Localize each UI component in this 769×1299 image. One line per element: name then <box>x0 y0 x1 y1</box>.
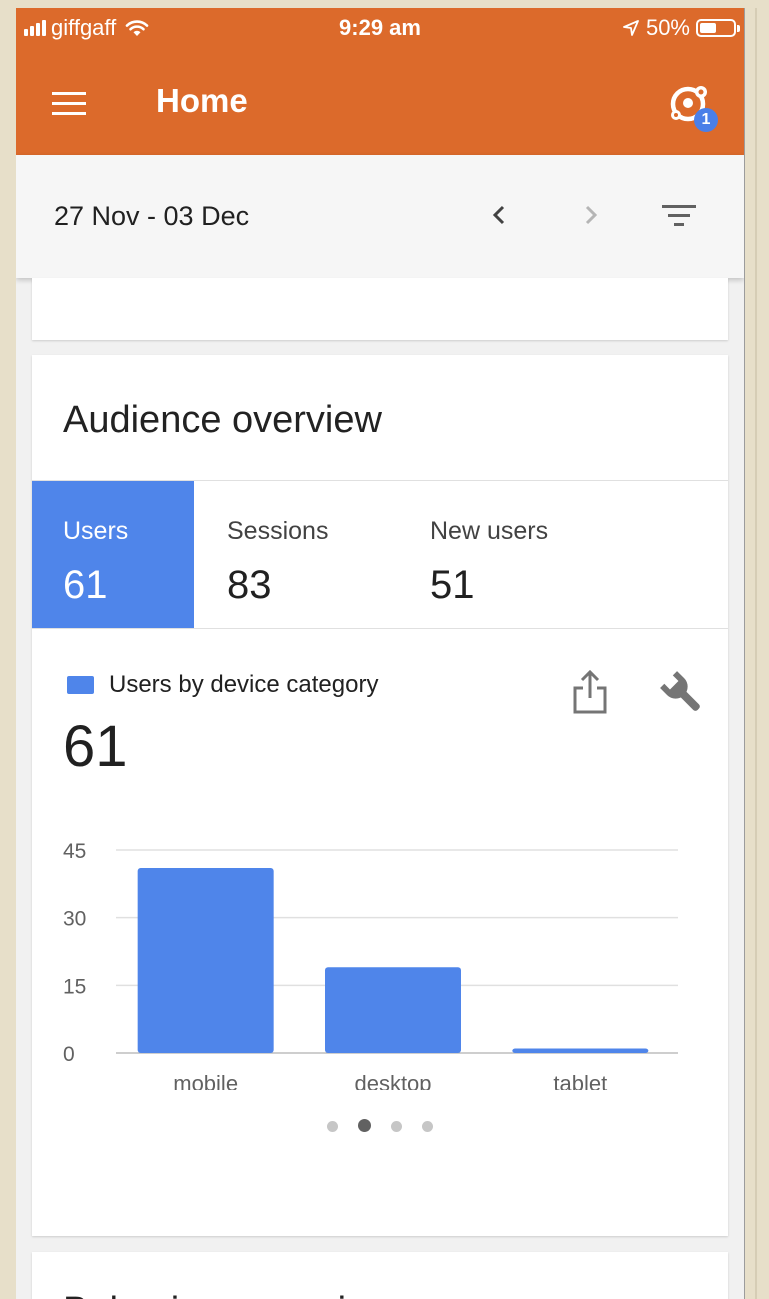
bar-desktop[interactable] <box>325 967 461 1053</box>
device-category-bar-chart: 0 15 30 45 mobile desktop tablet <box>63 840 678 1090</box>
tab-new-users[interactable]: New users 51 <box>399 481 619 628</box>
tab-label: Users <box>63 517 129 545</box>
y-tick-label: 30 <box>63 908 86 931</box>
app-header: giffgaff 9:29 am 50% Home 1 <box>16 8 744 155</box>
tab-sessions[interactable]: Sessions 83 <box>196 481 396 628</box>
total-users-value: 61 <box>63 714 128 779</box>
y-tick-label: 45 <box>63 840 86 863</box>
share-button[interactable] <box>570 668 610 716</box>
tab-label: Sessions <box>227 517 329 545</box>
behaviour-overview-card: Behaviour overview <box>32 1252 728 1299</box>
bar-mobile[interactable] <box>137 868 274 1053</box>
audience-overview-card: Audience overview Users 61 Sessions 83 N… <box>32 355 728 1236</box>
x-tick-label: desktop <box>354 1071 431 1090</box>
hamburger-menu-icon[interactable] <box>52 90 88 118</box>
chart-pager <box>32 1119 728 1137</box>
card-title: Behaviour overview <box>63 1290 395 1299</box>
previous-card <box>32 278 728 340</box>
share-icon <box>573 669 607 714</box>
pager-dot[interactable] <box>327 1121 338 1132</box>
account-switcher-button[interactable]: 1 <box>668 82 718 132</box>
pager-dot[interactable] <box>391 1121 402 1132</box>
battery-percent: 50% <box>645 15 690 40</box>
y-tick-label: 0 <box>63 1043 75 1066</box>
status-right: 50% <box>622 15 740 41</box>
tab-value: 83 <box>227 563 272 607</box>
card-title: Audience overview <box>63 399 382 441</box>
legend-label: Users by device category <box>109 671 379 698</box>
legend-swatch <box>67 676 94 694</box>
location-arrow-icon <box>623 20 639 36</box>
phone-screen: giffgaff 9:29 am 50% Home 1 27 Nov - 03 … <box>16 8 745 1299</box>
next-period-button[interactable] <box>570 195 610 235</box>
x-tick-label: tablet <box>553 1071 607 1090</box>
date-range-bar: 27 Nov - 03 Dec <box>16 155 744 278</box>
status-bar: giffgaff 9:29 am 50% <box>16 8 744 46</box>
bar-tablet[interactable] <box>512 1048 649 1053</box>
customize-button[interactable] <box>657 668 707 718</box>
wrench-icon <box>660 671 700 711</box>
screenshot-border <box>755 8 757 1299</box>
pager-dot[interactable] <box>422 1121 433 1132</box>
tab-label: New users <box>430 517 549 545</box>
page-title: Home <box>156 82 248 119</box>
metric-tabs: Users 61 Sessions 83 New users 51 <box>32 480 728 629</box>
filter-icon[interactable] <box>662 199 698 231</box>
x-tick-label: mobile <box>173 1071 238 1090</box>
tab-value: 51 <box>430 563 475 607</box>
previous-period-button[interactable] <box>480 195 520 235</box>
battery-icon <box>696 19 740 37</box>
tab-value: 61 <box>63 563 108 607</box>
pager-dot[interactable] <box>358 1119 371 1132</box>
y-tick-label: 15 <box>63 975 86 998</box>
tab-users[interactable]: Users 61 <box>32 481 194 628</box>
chevron-right-icon <box>585 205 598 225</box>
notification-badge: 1 <box>694 108 718 132</box>
chevron-left-icon <box>492 205 505 225</box>
date-range-label[interactable]: 27 Nov - 03 Dec <box>54 201 249 232</box>
